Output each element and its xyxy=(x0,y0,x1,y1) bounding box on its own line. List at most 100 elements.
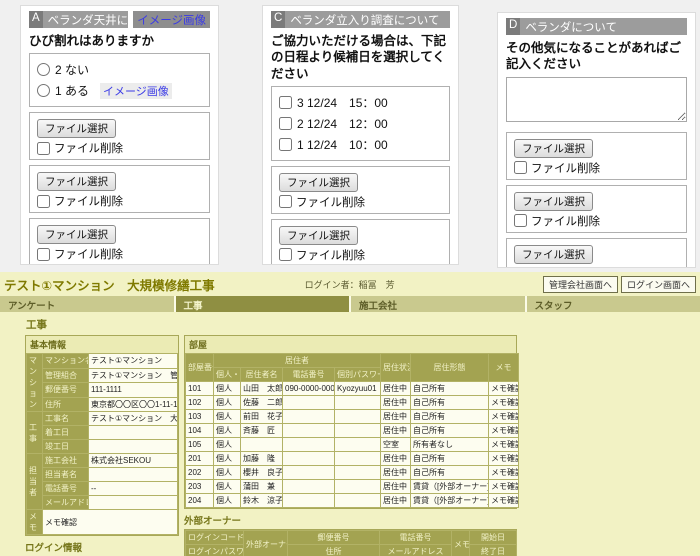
room-cell: 賃貸（[外部オーナー]佐藤 満） xyxy=(411,494,489,508)
row-label: 着工日 xyxy=(43,426,89,440)
free-comment-textarea[interactable] xyxy=(506,77,687,122)
room-cell: 居住中 xyxy=(381,424,411,438)
tab-construction[interactable]: 工事 xyxy=(176,296,350,312)
room-cell: 居住中 xyxy=(381,410,411,424)
survey-panel-a: A ベランダ天井について イメージ画像 ひび割れはありますか 2 ない 1 ある… xyxy=(20,5,219,265)
tab-questionnaire[interactable]: アンケート xyxy=(0,296,174,312)
row-group-label: メモ xyxy=(27,510,43,535)
room-cell: 自己所有 xyxy=(411,382,489,396)
row-value: -- xyxy=(89,482,178,496)
row-label: 工事名 xyxy=(43,412,89,426)
table-row: メールアドレス xyxy=(27,496,178,510)
room-cell: 空室 xyxy=(381,438,411,452)
panel-title-bar: A ベランダ天井について イメージ画像 xyxy=(29,11,210,28)
file-delete-option[interactable]: ファイル削除 xyxy=(37,193,202,209)
file-select-button[interactable]: ファイル選択 xyxy=(514,139,593,158)
row-group-label: 工事 xyxy=(27,412,43,454)
room-cell: 105 xyxy=(186,438,214,452)
file-delete-option[interactable]: ファイル削除 xyxy=(514,213,679,229)
image-link[interactable]: イメージ画像 xyxy=(133,11,210,28)
room-cell: 自己所有 xyxy=(411,396,489,410)
row-label: 担当者名 xyxy=(43,468,89,482)
login-screen-button[interactable]: ログイン画面へ xyxy=(621,276,696,293)
col-owner-memo: メモ xyxy=(452,531,470,556)
file-delete-option[interactable]: ファイル削除 xyxy=(37,140,202,156)
schedule-option[interactable]: 3 12/24 15：00 xyxy=(279,92,442,113)
schedule-label: 1 12/24 10：00 xyxy=(297,136,388,153)
room-cell: 加藤 隆 xyxy=(241,452,283,466)
file-select-button[interactable]: ファイル選択 xyxy=(37,172,116,191)
room-cell: 櫻井 良子 xyxy=(241,466,283,480)
schedule-checkbox[interactable] xyxy=(279,138,292,151)
room-row: 101個人山田 太郎090-0000-0001Kyozyuu01居住中自己所有メ… xyxy=(186,382,519,396)
table-row: 着工日 xyxy=(27,426,178,440)
room-row: 202個人櫻井 良子居住中自己所有メモ確認 xyxy=(186,466,519,480)
file-delete-checkbox[interactable] xyxy=(37,248,50,261)
admin-section: テスト①マンション 大規模修繕工事 ログイン者：稲冨 芳 管理会社画面へ ログイ… xyxy=(0,272,700,556)
room-cell: メモ確認 xyxy=(489,396,519,410)
col-login-code: ログインコード xyxy=(186,531,244,545)
room-cell xyxy=(241,438,283,452)
room-cell xyxy=(283,480,335,494)
room-cell: 102 xyxy=(186,396,214,410)
room-cell: 個人 xyxy=(214,410,241,424)
col-start-date: 開始日 xyxy=(470,531,517,545)
file-select-button[interactable]: ファイル選択 xyxy=(37,119,116,138)
room-cell: 所有者なし xyxy=(411,438,489,452)
image-link[interactable]: イメージ画像 xyxy=(100,83,172,99)
file-delete-checkbox[interactable] xyxy=(37,142,50,155)
file-delete-label: ファイル削除 xyxy=(54,140,123,156)
file-delete-checkbox[interactable] xyxy=(37,195,50,208)
management-screen-button[interactable]: 管理会社画面へ xyxy=(543,276,618,293)
row-value xyxy=(89,440,178,454)
room-cell: 202 xyxy=(186,466,214,480)
radio-label: 1 ある xyxy=(55,82,89,99)
file-select-button[interactable]: ファイル選択 xyxy=(279,226,358,245)
row-value: テスト①マンション xyxy=(89,354,178,369)
row-label: 電話番号 xyxy=(43,482,89,496)
radio-option[interactable]: 2 ない xyxy=(37,59,202,80)
file-select-button[interactable]: ファイル選択 xyxy=(514,245,593,264)
radio-button[interactable] xyxy=(37,63,50,76)
file-delete-checkbox[interactable] xyxy=(514,161,527,174)
panel-title: ベランダ立入り調査について xyxy=(285,11,450,28)
file-delete-option[interactable]: ファイル削除 xyxy=(279,194,442,210)
row-value: メモ確認 xyxy=(43,510,178,535)
file-delete-option[interactable]: ファイル削除 xyxy=(514,266,679,269)
file-delete-option[interactable]: ファイル削除 xyxy=(514,160,679,176)
file-upload-box: ファイル選択 ファイル削除 xyxy=(271,166,450,214)
file-delete-label: ファイル削除 xyxy=(531,213,600,229)
room-cell: 居住中 xyxy=(381,494,411,508)
tab-staff[interactable]: スタッフ xyxy=(527,296,700,312)
row-value: 東京都〇〇区〇〇1-11-11 xyxy=(89,397,178,412)
schedule-option[interactable]: 2 12/24 12：00 xyxy=(279,113,442,134)
tab-contractor[interactable]: 施工会社 xyxy=(351,296,525,312)
schedule-checkbox[interactable] xyxy=(279,96,292,109)
file-delete-option[interactable]: ファイル削除 xyxy=(37,246,202,262)
table-row: マンションマンション名テスト①マンション xyxy=(27,354,178,369)
file-select-button[interactable]: ファイル選択 xyxy=(514,192,593,211)
file-select-button[interactable]: ファイル選択 xyxy=(279,173,358,192)
schedule-checkbox[interactable] xyxy=(279,117,292,130)
file-delete-checkbox[interactable] xyxy=(279,195,292,208)
file-delete-option[interactable]: ファイル削除 xyxy=(279,247,442,263)
room-cell xyxy=(283,396,335,410)
radio-button[interactable] xyxy=(37,84,50,97)
room-row: 204個人鈴木 涼子居住中賃貸（[外部オーナー]佐藤 満）メモ確認 xyxy=(186,494,519,508)
schedule-option[interactable]: 1 12/24 10：00 xyxy=(279,134,442,155)
table-row: 住所東京都〇〇区〇〇1-11-11 xyxy=(27,397,178,412)
room-cell: 居住中 xyxy=(381,396,411,410)
panel-letter: A xyxy=(29,11,43,28)
room-cell: メモ確認 xyxy=(489,494,519,508)
room-cell: メモ確認 xyxy=(489,410,519,424)
room-cell: メモ確認 xyxy=(489,466,519,480)
file-delete-checkbox[interactable] xyxy=(514,267,527,268)
room-cell xyxy=(335,396,381,410)
checkbox-group-box: 3 12/24 15：00 2 12/24 12：00 1 12/24 10：0… xyxy=(271,86,450,161)
file-select-button[interactable]: ファイル選択 xyxy=(37,225,116,244)
section-title: 工事 xyxy=(0,312,700,335)
col-occupancy-status: 居住状況 xyxy=(381,354,411,382)
radio-option[interactable]: 1 ある イメージ画像 xyxy=(37,80,202,101)
file-delete-checkbox[interactable] xyxy=(279,248,292,261)
file-delete-checkbox[interactable] xyxy=(514,214,527,227)
